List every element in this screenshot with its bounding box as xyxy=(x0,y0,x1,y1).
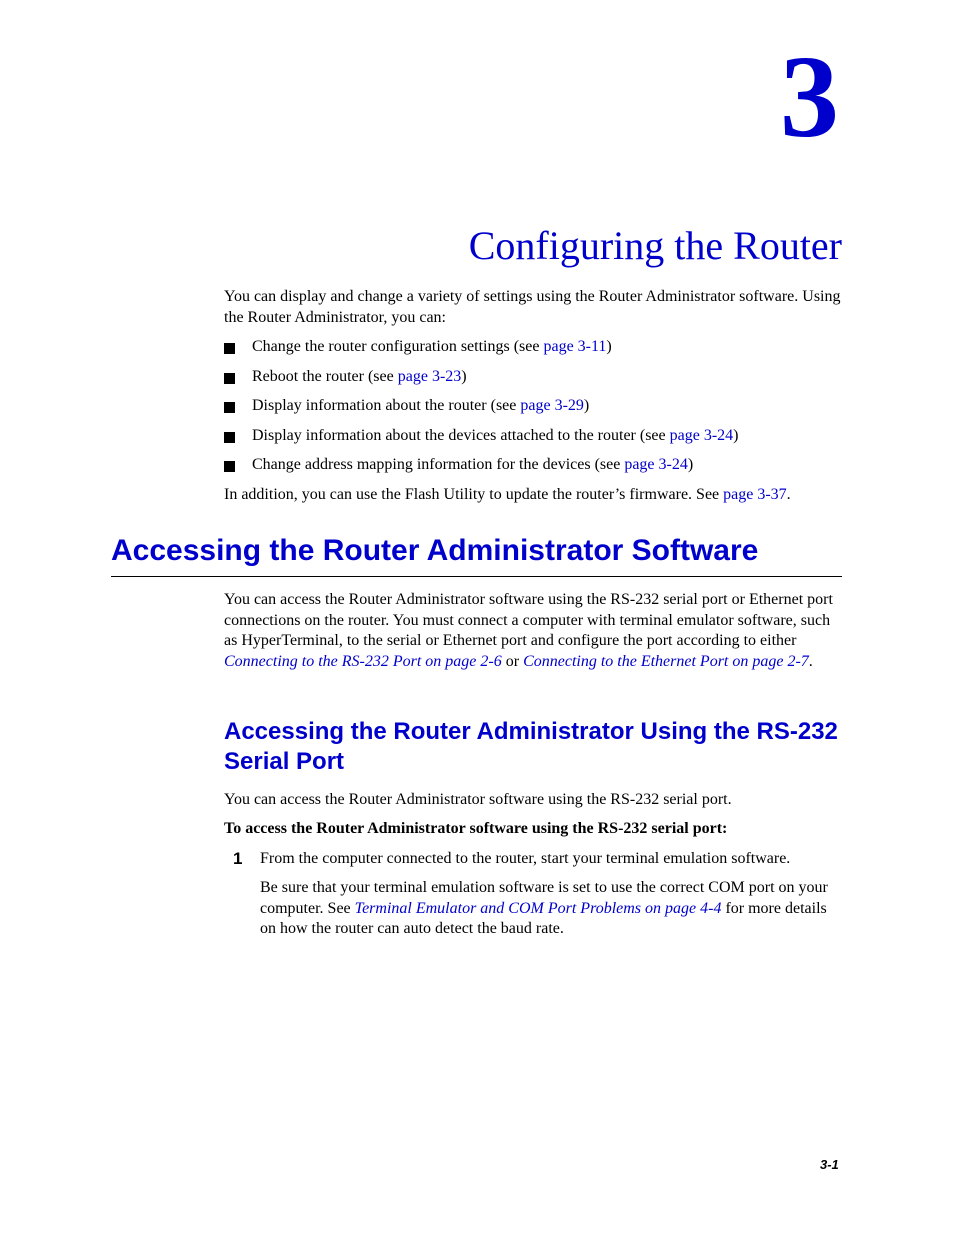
procedure-title: To access the Router Administrator softw… xyxy=(224,820,728,837)
page-link[interactable]: page 3-23 xyxy=(398,368,462,385)
page-number: 3-1 xyxy=(820,1157,839,1172)
page-link[interactable]: page 3-29 xyxy=(520,397,584,414)
subsection-heading: Accessing the Router Administrator Using… xyxy=(224,718,838,775)
step-note: Be sure that your terminal emulation sof… xyxy=(260,879,828,937)
section-heading: Accessing the Router Administrator Softw… xyxy=(111,534,759,567)
chapter-title: Configuring the Router xyxy=(468,223,842,268)
bullet-square-icon xyxy=(224,461,235,472)
subsection-intro: You can access the Router Administrator … xyxy=(224,791,732,808)
cross-reference-link[interactable]: Connecting to the RS-232 Port on page 2-… xyxy=(224,653,502,670)
intro-paragraph: You can display and change a variety of … xyxy=(224,288,841,326)
cross-reference-link[interactable]: Terminal Emulator and COM Port Problems … xyxy=(355,900,722,917)
bullet-square-icon xyxy=(224,343,235,354)
chapter-number: 3 xyxy=(780,31,839,162)
step-number: 1 xyxy=(233,849,243,868)
page-link[interactable]: page 3-37 xyxy=(723,486,787,503)
bullet-square-icon xyxy=(224,373,235,384)
bullet-square-icon xyxy=(224,432,235,443)
addition-paragraph: In addition, you can use the Flash Utili… xyxy=(224,486,791,503)
page-link[interactable]: page 3-24 xyxy=(670,427,734,444)
heading-rule xyxy=(111,576,842,577)
cross-reference-link[interactable]: Connecting to the Ethernet Port on page … xyxy=(523,653,809,670)
page-link[interactable]: page 3-11 xyxy=(543,338,606,355)
page-link[interactable]: page 3-24 xyxy=(624,456,688,473)
step-text: From the computer connected to the route… xyxy=(260,850,791,867)
section-paragraph: You can access the Router Administrator … xyxy=(224,591,833,670)
bullet-square-icon xyxy=(224,402,235,413)
